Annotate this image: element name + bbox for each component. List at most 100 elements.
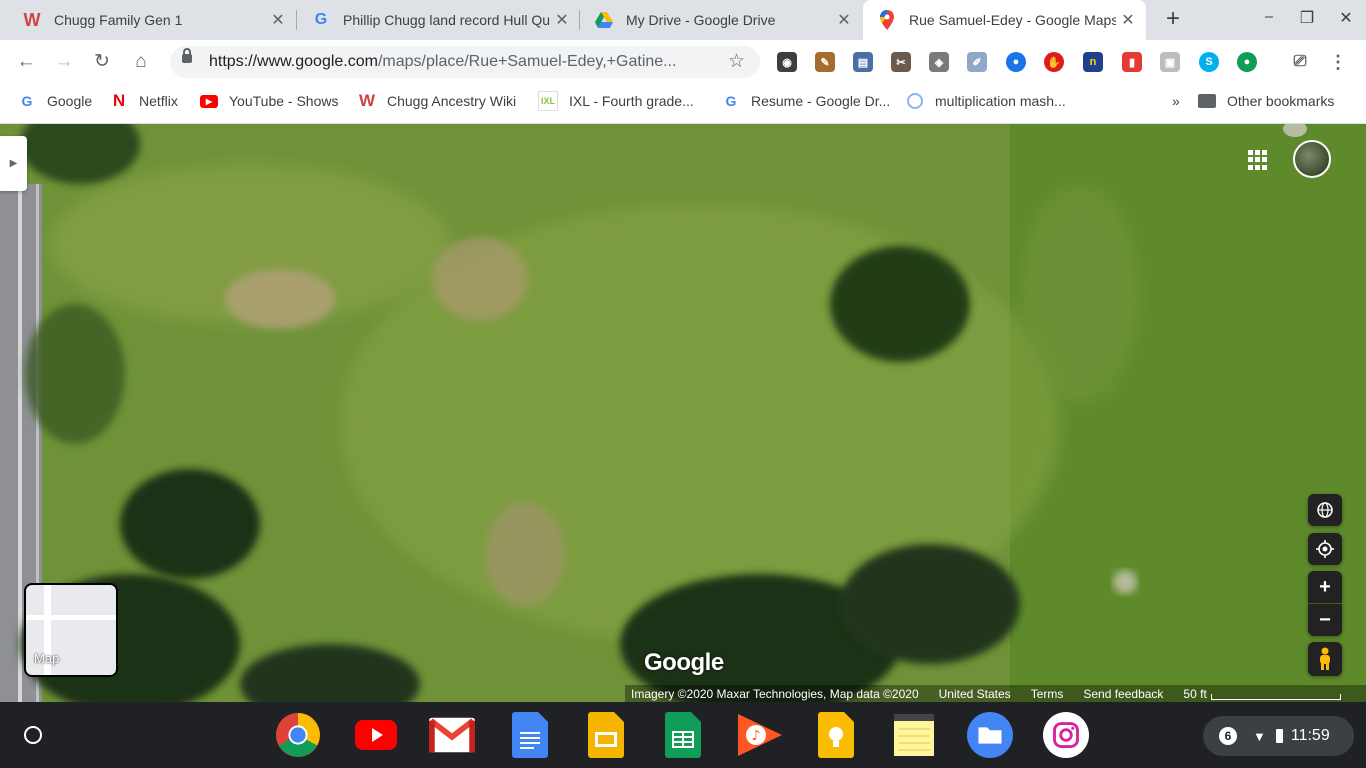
netflix-icon: N [112, 91, 126, 110]
side-panel-toggle[interactable]: ▶ [0, 136, 27, 191]
bookmark-label: YouTube - Shows [229, 93, 339, 109]
battery-icon [1275, 729, 1283, 743]
extension-icon[interactable]: ▣ [1160, 52, 1180, 72]
extension-icon[interactable]: ▤ [853, 52, 873, 72]
close-icon[interactable]: ✕ [1116, 8, 1140, 32]
bookmark-youtube[interactable]: ▶ YouTube - Shows [200, 84, 338, 118]
reload-button[interactable]: ↻ [90, 50, 114, 74]
google-logo: Google [644, 649, 724, 676]
scale-bar[interactable] [1210, 693, 1341, 700]
bookmark-star-icon[interactable]: ☆ [728, 50, 745, 73]
os-shelf: ♪ 6 ▼ 11:59 [0, 702, 1366, 768]
bookmark-label: IXL - Fourth grade... [569, 93, 694, 109]
back-button[interactable]: ← [14, 50, 38, 74]
globe-view-button[interactable] [1308, 494, 1342, 526]
bookmarks-bar: G Google N Netflix ▶ YouTube - Shows W C… [0, 84, 1366, 124]
send-feedback-link[interactable]: Send feedback [1083, 687, 1163, 701]
tab-google-drive[interactable]: My Drive - Google Drive ✕ [580, 0, 862, 40]
tab-chugg-family[interactable]: W Chugg Family Gen 1 ✕ [8, 0, 296, 40]
google-maps-icon [877, 10, 897, 30]
chrome-app-icon[interactable] [275, 712, 321, 758]
lock-icon [182, 48, 192, 63]
files-app-icon[interactable] [967, 712, 1013, 758]
street-view-pegman-icon[interactable] [1308, 642, 1342, 676]
my-location-button[interactable] [1308, 533, 1342, 565]
bookmark-label: multiplication mash... [935, 93, 1066, 109]
bookmark-label: Chugg Ancestry Wiki [387, 93, 517, 109]
map-layer-switcher[interactable]: Map [24, 583, 118, 677]
adblock-icon[interactable]: ✋ [1044, 52, 1064, 72]
region-link[interactable]: United States [939, 687, 1011, 701]
google-keep-app-icon[interactable] [813, 712, 859, 758]
forward-button[interactable]: → [52, 50, 76, 74]
close-icon[interactable]: ✕ [266, 8, 290, 32]
close-icon[interactable]: ✕ [832, 8, 856, 32]
bookmark-label: Google [47, 93, 93, 109]
zoom-in-button[interactable]: + [1308, 571, 1342, 603]
other-bookmarks[interactable]: Other bookmarks [1198, 84, 1334, 118]
tab-google-maps[interactable]: Rue Samuel-Edey - Google Maps ✕ [863, 0, 1146, 40]
svg-text:♪: ♪ [752, 728, 761, 744]
notification-count-badge[interactable]: 6 [1219, 727, 1237, 745]
launcher-button[interactable] [24, 726, 42, 744]
browser-toolbar: ← → ↻ ⌂ https://www.google.com/maps/plac… [0, 40, 1366, 84]
restore-button[interactable]: ❐ [1292, 8, 1322, 32]
tab-land-record[interactable]: G Phillip Chugg land record Hull Qu ✕ [297, 0, 580, 40]
extension-icon[interactable]: ✐ [967, 52, 987, 72]
extension-icon[interactable]: ● [1237, 52, 1257, 72]
globe-icon [1317, 502, 1333, 518]
extension-icon[interactable]: ◉ [777, 52, 797, 72]
system-tray[interactable]: 6 ▼ 11:59 [1203, 716, 1354, 756]
scale-label[interactable]: 50 ft [1183, 687, 1206, 701]
cast-icon[interactable]: ⎚ [1290, 52, 1310, 72]
google-slides-app-icon[interactable] [583, 712, 629, 758]
bookmarks-overflow-button[interactable]: » [1172, 84, 1180, 118]
tab-title: Chugg Family Gen 1 [54, 12, 183, 28]
minimap-label: Map [34, 651, 60, 666]
bookmark-google[interactable]: G Google [18, 84, 93, 118]
extension-icon[interactable]: ✂ [891, 52, 911, 72]
tab-strip: W Chugg Family Gen 1 ✕ G Phillip Chugg l… [0, 0, 1366, 40]
bookmark-ixl[interactable]: IXL IXL - Fourth grade... [538, 84, 694, 118]
address-bar[interactable]: https://www.google.com/maps/place/Rue+Sa… [170, 46, 760, 78]
minimize-button[interactable]: ⎯ [1254, 8, 1284, 32]
avatar[interactable] [1293, 140, 1331, 178]
window-close-button[interactable]: ✕ [1331, 8, 1361, 32]
youtube-app-icon[interactable] [353, 712, 399, 758]
gmail-app-icon[interactable] [429, 712, 475, 758]
terms-link[interactable]: Terms [1031, 687, 1064, 701]
google-icon: G [314, 11, 328, 28]
satellite-imagery [0, 124, 1366, 702]
bookmark-multiplication[interactable]: multiplication mash... [906, 84, 1066, 118]
bookmark-chugg-wiki[interactable]: W Chugg Ancestry Wiki [358, 84, 516, 118]
instagram-app-icon[interactable] [1043, 712, 1089, 758]
extension-icon[interactable]: ◈ [929, 52, 949, 72]
bookmark-netflix[interactable]: N Netflix [110, 84, 178, 118]
google-sheets-app-icon[interactable] [660, 712, 706, 758]
url-text: https://www.google.com/maps/place/Rue+Sa… [209, 53, 677, 70]
tab-title: Phillip Chugg land record Hull Qu [343, 12, 550, 28]
folder-icon [1198, 92, 1216, 110]
google-docs-app-icon[interactable] [507, 712, 553, 758]
wikitree-icon: W [23, 9, 41, 30]
close-icon[interactable]: ✕ [550, 8, 574, 32]
zoom-out-button[interactable]: − [1308, 604, 1342, 636]
home-button[interactable]: ⌂ [129, 50, 153, 74]
google-icon: G [21, 93, 33, 109]
location-icon [1316, 540, 1334, 558]
account-icon[interactable]: ● [1006, 52, 1026, 72]
menu-icon[interactable]: ⋮ [1328, 52, 1348, 72]
map-canvas[interactable]: ▶ + − Map Google Imagery ©2020 Maxar Tec… [0, 124, 1366, 702]
clock: 11:59 [1290, 727, 1330, 744]
bookmark-resume[interactable]: G Resume - Google Dr... [722, 84, 891, 118]
notepad-app-icon[interactable] [891, 712, 937, 758]
google-apps-icon[interactable] [1248, 150, 1268, 170]
new-tab-button[interactable]: + [1160, 7, 1186, 32]
extension-icon[interactable]: ✎ [815, 52, 835, 72]
extension-icon[interactable]: n [1083, 52, 1103, 72]
map-attribution-bar: Imagery ©2020 Maxar Technologies, Map da… [625, 685, 1366, 702]
skype-icon[interactable]: S [1199, 52, 1219, 72]
google-play-music-app-icon[interactable]: ♪ [736, 712, 782, 758]
tab-title: Rue Samuel-Edey - Google Maps [909, 12, 1116, 28]
pdf-icon[interactable]: ▮ [1122, 52, 1142, 72]
